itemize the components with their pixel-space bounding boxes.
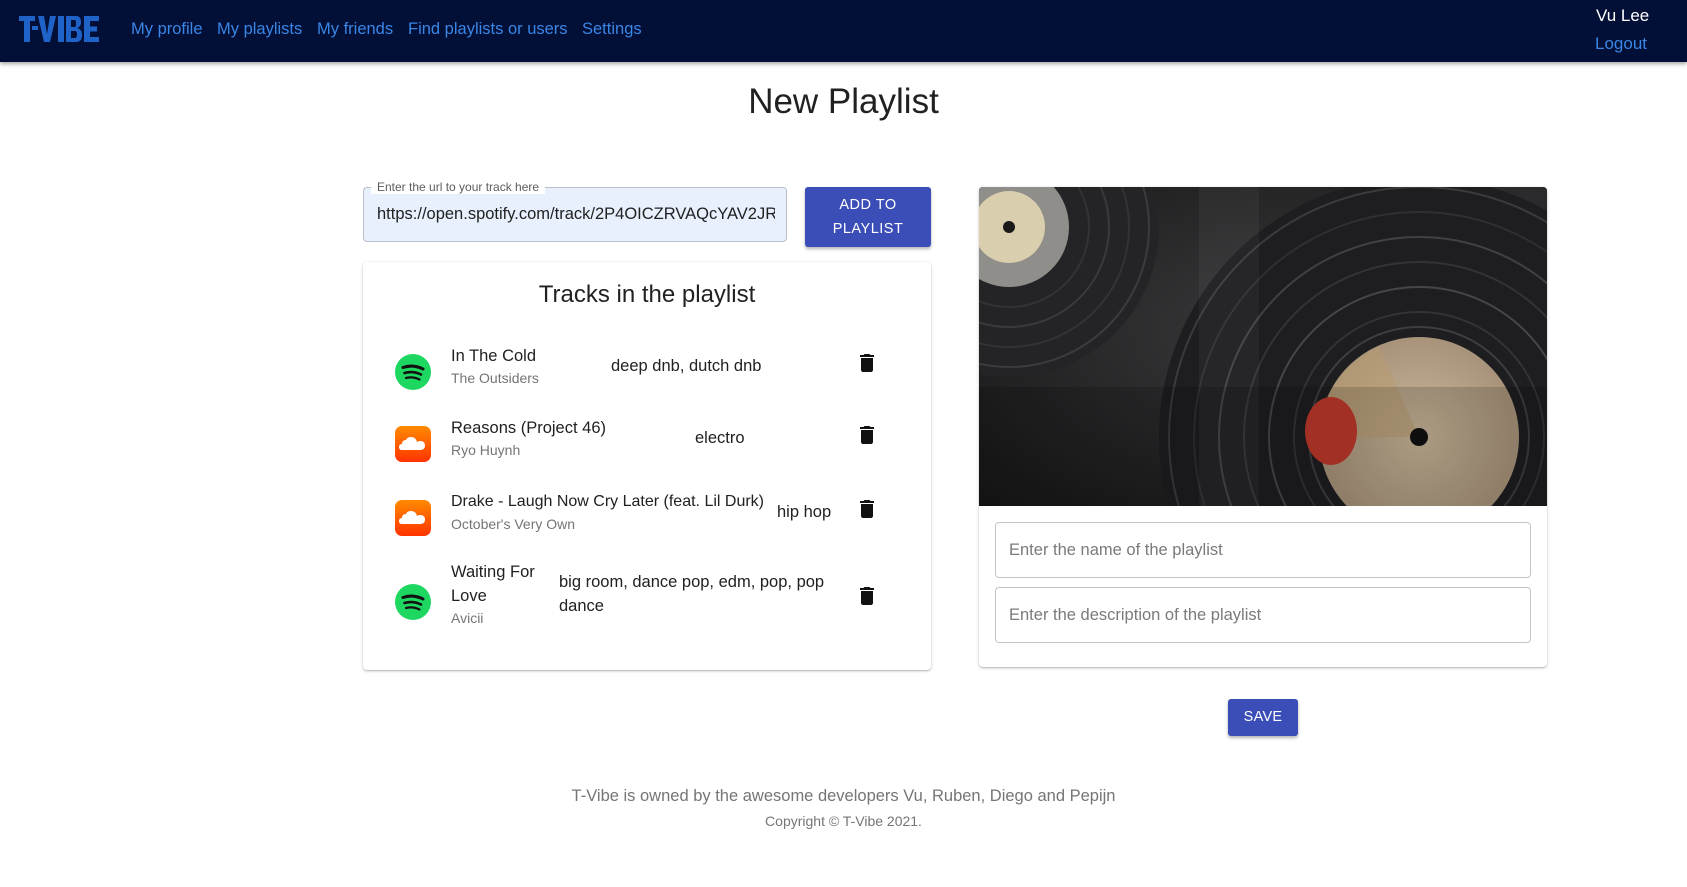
nav-my-playlists[interactable]: My playlists: [217, 20, 302, 39]
user-name: Vu Lee: [1596, 6, 1650, 25]
playlist-description-input[interactable]: [995, 587, 1531, 643]
playlist-name-input[interactable]: [995, 522, 1531, 578]
track-title: Waiting For Love: [451, 563, 535, 605]
track-title: Drake - Laugh Now Cry Later (feat. Lil D…: [451, 493, 764, 510]
track-artist: Avicii: [451, 610, 484, 626]
track-title: Reasons (Project 46): [451, 419, 606, 437]
logout-link[interactable]: Logout: [1595, 34, 1647, 54]
track-genres: deep dnb, dutch dnb: [611, 357, 762, 375]
track-row: In The Cold The Outsiders deep dnb, dutc…: [363, 336, 931, 406]
nav-my-profile[interactable]: My profile: [131, 20, 203, 39]
nav-settings[interactable]: Settings: [582, 20, 642, 39]
add-to-playlist-button[interactable]: ADD TO PLAYLIST: [805, 187, 931, 247]
footer-copyright: Copyright © T-Vibe 2021.: [765, 813, 922, 829]
delete-icon[interactable]: [855, 497, 879, 521]
track-row: Waiting For Love Avicii big room, dance …: [363, 556, 931, 636]
top-navbar: My profile My playlists My friends Find …: [0, 0, 1687, 62]
track-title: In The Cold: [451, 347, 536, 365]
delete-icon[interactable]: [855, 584, 879, 608]
track-genres: electro: [695, 429, 745, 447]
delete-icon[interactable]: [855, 423, 879, 447]
page-title: New Playlist: [748, 82, 939, 121]
track-url-input[interactable]: https://open.spotify.com/track/2P4OICZRV…: [363, 187, 787, 242]
track-artist: Ryo Huynh: [451, 442, 521, 458]
track-url-label: Enter the url to your track here: [371, 180, 546, 194]
spotify-icon: [395, 354, 431, 390]
soundcloud-icon: [395, 426, 431, 462]
soundcloud-icon: [395, 500, 431, 536]
track-artist: October's Very Own: [451, 516, 576, 532]
track-genres: hip hop: [777, 503, 832, 521]
playlist-cover-image[interactable]: [979, 187, 1547, 506]
track-row: Drake - Laugh Now Cry Later (feat. Lil D…: [363, 482, 931, 552]
tvibe-logo[interactable]: [19, 16, 99, 42]
tracks-card: Tracks in the playlist In The Cold The O…: [363, 262, 931, 670]
tracks-card-title: Tracks in the playlist: [538, 281, 756, 308]
track-genres: big room, dance pop, edm, pop, pop dance: [559, 573, 825, 615]
footer-text: T-Vibe is owned by the awesome developer…: [571, 787, 1116, 805]
delete-icon[interactable]: [855, 351, 879, 375]
track-row: Reasons (Project 46) Ryo Huynh electro: [363, 408, 931, 478]
track-url-value[interactable]: https://open.spotify.com/track/2P4OICZRV…: [377, 205, 775, 224]
track-artist: The Outsiders: [451, 370, 539, 386]
nav-find-playlists-or-users[interactable]: Find playlists or users: [408, 20, 568, 39]
playlist-details-card: [979, 187, 1547, 667]
spotify-icon: [395, 584, 431, 620]
save-button[interactable]: SAVE: [1228, 699, 1298, 736]
nav-my-friends[interactable]: My friends: [317, 20, 393, 39]
